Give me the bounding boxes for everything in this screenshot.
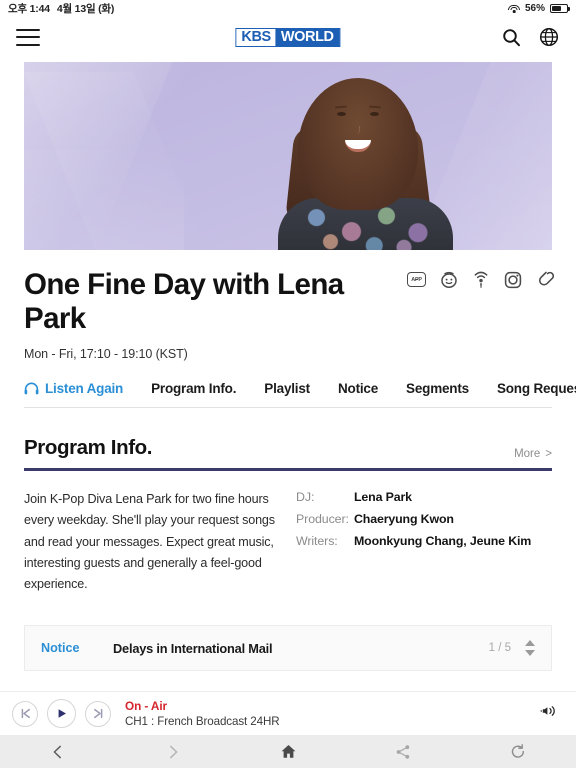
instagram-icon[interactable] [503,270,522,289]
credit-row: Writers: Moonkyung Chang, Jeune Kim [296,534,531,548]
program-info-header: Program Info. More > [24,436,552,472]
social-links-row: APP [407,270,554,289]
app-screen: 오후 1:44 4월 13일 (화) 56% KBS WORLD One Fin… [0,0,576,768]
chevron-up-icon[interactable] [525,640,535,647]
more-label: More [514,448,541,461]
tab-program-info[interactable]: Program Info. [151,381,236,396]
on-air-status: On - Air [125,699,168,713]
battery-percent-label: 56% [524,3,545,14]
kbs-world-logo[interactable]: KBS WORLD [235,27,341,47]
credit-label: Writers: [296,534,338,549]
tab-playlist[interactable]: Playlist [264,381,310,396]
program-credits: DJ: Lena Park Producer: Chaeryung Kwon W… [296,489,531,595]
play-icon[interactable] [47,699,76,728]
program-schedule: Mon - Fri, 17:10 - 19:10 (KST) [24,347,188,362]
credit-row: Producer: Chaeryung Kwon [296,512,531,526]
program-info-section: Program Info. More > Join K-Pop Diva Len… [0,436,576,595]
app-header: KBS WORLD [0,17,576,57]
host-portrait-image [260,68,475,250]
refresh-icon[interactable] [461,743,576,760]
credit-label: Producer: [296,512,349,527]
credit-value: Chaeryung Kwon [354,512,454,527]
share-icon[interactable] [346,744,461,760]
volume-icon[interactable] [540,704,560,723]
app-icon-label: APP [407,272,426,287]
home-icon[interactable] [230,743,345,760]
status-bar: 오후 1:44 4월 13일 (화) 56% [0,0,576,17]
tab-segments[interactable]: Segments [406,381,469,396]
link-icon[interactable] [535,270,554,289]
status-bar-right: 56% [507,3,570,14]
player-controls [12,699,111,728]
tab-listen-again-label: Listen Again [45,381,124,397]
hero-banner [24,62,552,250]
battery-icon [550,3,570,14]
credit-row: DJ: Lena Park [296,490,531,504]
program-description: Join K-Pop Diva Lena Park for two fine h… [24,492,275,591]
hamburger-menu-icon[interactable] [16,28,40,46]
page-title: One Fine Day with Lena Park [24,268,344,335]
notice-counter: 1 / 5 [488,642,511,655]
chevron-down-icon[interactable] [525,650,535,657]
header-actions [500,26,560,48]
notice-stepper[interactable] [525,640,535,657]
notice-title[interactable]: Delays in International Mail [113,641,489,656]
tab-song-request[interactable]: Song Request [497,381,576,396]
channel-label: CH1 : French Broadcast 24HR [125,715,280,728]
wifi-icon [507,4,520,14]
skip-next-icon[interactable] [85,700,111,727]
podcast-icon[interactable] [471,270,490,289]
status-time: 오후 1:44 [8,3,50,15]
program-tabs: Listen Again Program Info. Playlist Noti… [24,381,576,409]
browser-bottom-nav [0,735,576,768]
credit-value: Moonkyung Chang, Jeune Kim [354,534,532,549]
forward-icon[interactable] [115,744,230,760]
search-icon[interactable] [500,26,522,48]
headphones-icon [24,382,39,395]
credit-label: DJ: [296,490,315,505]
status-date: 4월 13일 (화) [56,3,115,15]
audio-player-bar: On - Air CH1 : French Broadcast 24HR [0,691,576,735]
notice-banner[interactable]: Notice Delays in International Mail 1 / … [24,625,552,672]
credit-value: Lena Park [354,490,412,505]
back-icon[interactable] [0,744,115,760]
logo-kbs-text: KBS [236,28,276,46]
status-bar-left: 오후 1:44 4월 13일 (화) [8,1,114,16]
globe-icon[interactable] [538,26,560,48]
chevron-right-icon: > [545,448,552,461]
logo-world-text: WORLD [275,28,340,46]
app-icon[interactable]: APP [407,270,426,289]
program-title-block: One Fine Day with Lena Park Mon - Fri, 1… [0,250,576,361]
section-title: Program Info. [24,436,153,460]
program-info-body: Join K-Pop Diva Lena Park for two fine h… [24,489,552,595]
more-link[interactable]: More > [514,448,552,460]
skip-previous-icon[interactable] [12,700,38,727]
tab-notice[interactable]: Notice [338,381,378,396]
player-now-playing: On - Air CH1 : French Broadcast 24HR [125,699,540,728]
tab-listen-again[interactable]: Listen Again [24,381,123,396]
notice-tag: Notice [41,641,80,656]
hero-chevron-decoration [24,150,184,250]
kakao-icon[interactable] [439,270,458,289]
